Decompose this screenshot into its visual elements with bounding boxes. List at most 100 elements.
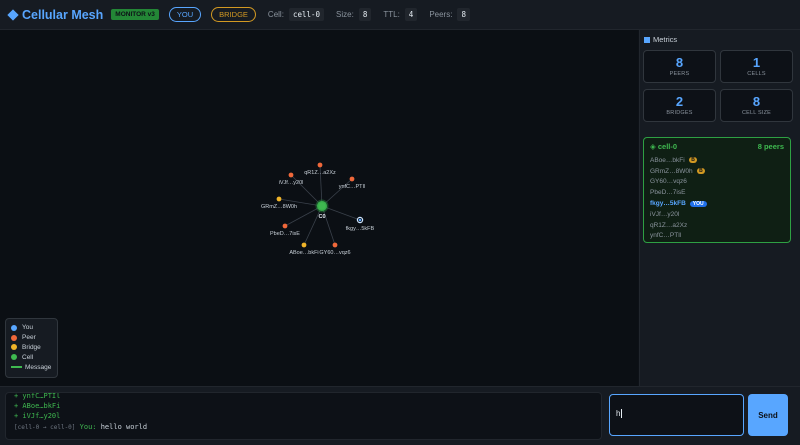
legend-label: Cell (22, 353, 34, 361)
bottom-panel: + ynfC…PTIl + ABoe…bkFi + iVJf…y20l [cel… (0, 386, 800, 445)
legend-label: Bridge (22, 343, 41, 351)
node-label: GRmZ…8W0h (261, 204, 297, 210)
diamond-icon (7, 8, 19, 21)
app-brand: Cellular Mesh (7, 7, 104, 22)
chart-icon (644, 36, 650, 43)
node-label: qR1Z…a2Xz (304, 170, 336, 176)
you-dot-icon (11, 324, 17, 331)
cell-node-label: C0 (318, 214, 325, 220)
legend-label: Message (25, 363, 52, 371)
node-label: ynfC…PTIl (339, 184, 366, 190)
cell-peer-row[interactable]: qR1Z…a2Xz (650, 220, 784, 231)
cell-peer-row[interactable]: ABoe…bkFi B (650, 155, 784, 166)
cell-card[interactable]: ◈ cell-0 8 peers ABoe…bkFi B GRmZ…8W0h B… (643, 137, 791, 243)
node-label: iVJf…y20l (279, 180, 304, 186)
metrics-sidebar: Metrics 8 PEERS 1 CELLS 2 BRIDGES 8 CELL… (639, 30, 800, 386)
monitor-version-badge: MONITOR v3 (111, 9, 159, 20)
cell-peer-row[interactable]: GRmZ…8W0h B (650, 166, 784, 177)
metric-label: CELLS (747, 71, 766, 77)
metric-label: PEERS (669, 71, 690, 77)
size-stat: Size: 8 (336, 8, 372, 21)
you-badge: YOU (689, 200, 707, 207)
bridge-badge: B (696, 168, 706, 175)
text-caret (621, 409, 623, 419)
bridge-node[interactable] (276, 196, 282, 202)
send-button[interactable]: Send (748, 394, 788, 436)
cell-peer-row[interactable]: PbeD…7isE (650, 187, 784, 198)
peer-node[interactable] (349, 176, 355, 182)
ttl-stat-label: TTL: (383, 10, 400, 19)
bridge-node[interactable] (301, 242, 307, 248)
mesh-graph-canvas[interactable]: qR1Z…a2Xz ynfC…PTIl iVJf…y20l GRmZ…8W0h fkgy… (0, 30, 638, 386)
cell-peer-row[interactable]: GY60…vqz6 (650, 177, 784, 188)
node-label: ABoe…bkFi (289, 250, 318, 256)
peer-id: fkgy…5kFB (650, 200, 686, 208)
metric-bridges: 2 BRIDGES (643, 89, 716, 122)
size-stat-value: 8 (358, 8, 372, 21)
peer-dot-icon (11, 334, 17, 341)
metrics-title: Metrics (644, 35, 677, 44)
peer-id: PbeD…7isE (650, 189, 686, 197)
cell-stat-label: Cell: (267, 10, 284, 19)
cell-node[interactable] (315, 199, 329, 213)
message-input-value: h (616, 409, 621, 418)
peer-node[interactable] (288, 172, 294, 178)
message-input[interactable]: h (609, 394, 744, 436)
event-log[interactable]: + ynfC…PTIl + ABoe…bkFi + iVJf…y20l [cel… (5, 392, 602, 440)
legend-label: You (22, 324, 33, 332)
size-stat-label: Size: (336, 10, 354, 19)
bridge-badge: B (688, 157, 698, 164)
you-pill[interactable]: YOU (168, 7, 202, 22)
peer-id: GRmZ…8W0h (650, 167, 693, 175)
bridge-dot-icon (11, 344, 17, 351)
cell-name-text: cell-0 (657, 142, 678, 151)
peer-id: GY60…vqz6 (650, 178, 687, 186)
peer-node[interactable] (282, 223, 288, 229)
metric-cells: 1 CELLS (720, 50, 793, 83)
ttl-stat-value: 4 (404, 8, 418, 21)
peer-node[interactable] (317, 162, 323, 168)
metric-label: CELL SIZE (741, 110, 772, 116)
cell-peer-row[interactable]: ynfC…PTIl (650, 231, 784, 242)
peers-stat-label: Peers: (429, 10, 453, 19)
cell-stat: Cell: cell-0 (267, 8, 325, 21)
peers-stat-value: 8 (457, 8, 470, 21)
metric-value: 8 (675, 55, 684, 70)
you-node-core (358, 218, 362, 222)
metric-value: 1 (752, 55, 761, 70)
peer-node[interactable] (332, 242, 338, 248)
metric-value: 2 (675, 94, 684, 109)
node-label: GY60…vqz6 (319, 250, 350, 256)
message-route: [cell-0 → cell-0] (14, 424, 76, 431)
legend-item-peer: Peer (11, 333, 57, 343)
message-line-icon (11, 366, 22, 369)
log-line: + iVJf…y20l (14, 412, 61, 420)
bridge-pill[interactable]: BRIDGE (211, 7, 256, 22)
legend-item-you: You (11, 323, 57, 333)
peer-id: qR1Z…a2Xz (650, 221, 688, 229)
cell-stat-value: cell-0 (288, 8, 325, 21)
cell-name: ◈ cell-0 (650, 142, 678, 151)
node-label: PbeD…7isE (270, 231, 300, 237)
ttl-stat: TTL: 4 (383, 8, 418, 21)
legend-label: Peer (22, 334, 36, 342)
app-title: Cellular Mesh (22, 7, 104, 22)
message-text: hello world (100, 423, 148, 431)
cell-peer-row[interactable]: iVJf…y20l (650, 209, 784, 220)
legend-item-cell: Cell (11, 352, 57, 362)
log-message: [cell-0 → cell-0] You: hello world (14, 421, 601, 433)
log-line: + ABoe…bkFi (14, 402, 61, 410)
metric-peers: 8 PEERS (643, 50, 716, 83)
cell-dot-icon (11, 354, 17, 361)
top-bar: Cellular Mesh MONITOR v3 YOU BRIDGE Cell… (0, 0, 800, 30)
legend-item-message: Message (11, 362, 57, 372)
metric-label: BRIDGES (666, 110, 693, 116)
peer-id: iVJf…y20l (650, 210, 680, 218)
mesh-graph[interactable]: qR1Z…a2Xz ynfC…PTIl iVJf…y20l GRmZ…8W0h fkgy… (0, 30, 638, 386)
cell-peer-row-you[interactable]: fkgy…5kFB YOU (650, 198, 784, 209)
message-sender: You: (79, 423, 97, 431)
metric-cell-size: 8 CELL SIZE (720, 89, 793, 122)
cell-card-header: ◈ cell-0 8 peers (650, 142, 784, 151)
node-label: fkgy…5kFB (346, 226, 375, 232)
graph-legend: You Peer Bridge Cell Message (5, 318, 58, 378)
